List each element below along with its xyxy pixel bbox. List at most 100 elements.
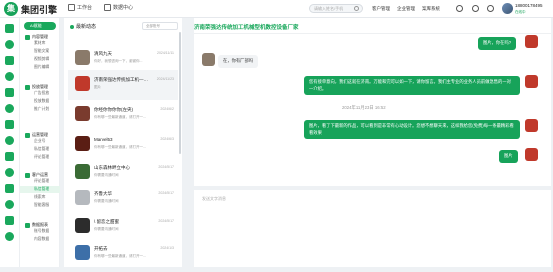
rail-doc-icon[interactable] — [5, 152, 14, 161]
rail-share-icon[interactable] — [5, 104, 14, 113]
avatar — [525, 75, 538, 88]
tab-data-center[interactable]: 数据中心 — [104, 4, 133, 11]
avatar — [75, 76, 90, 91]
rail-ai-icon[interactable] — [5, 40, 14, 49]
menu-item[interactable]: 私信管理 — [34, 147, 49, 152]
avatar — [75, 106, 90, 121]
conversation-list: 最新动态 全部账号 清风九天 2024/11/11 你好，我想咨询一下，谢谢你.… — [64, 18, 182, 267]
chat-title: 济南荣强达传统加工机械型机数控设备厂家 — [194, 25, 299, 31]
rail-heart-icon[interactable] — [5, 136, 14, 145]
list-item[interactable]: 开拓去 2024/1/3 你有哪一些最新通道，请打开一... — [68, 239, 178, 269]
menu-item[interactable]: 智能文案 — [34, 49, 49, 54]
menu-section-label: 客户运营 — [32, 172, 48, 177]
avatar — [75, 245, 90, 260]
rail-message-icon[interactable] — [5, 56, 14, 65]
menu-item[interactable]: 推广计划 — [34, 107, 49, 112]
menu-section-label: 投放管理 — [32, 84, 48, 89]
conv-date: 2024/11/23 — [156, 77, 174, 81]
list-title: 最新动态 — [76, 24, 97, 30]
conv-preview: 你需要沟通时间 — [94, 199, 119, 203]
conv-preview: 你需要沟通时间 — [94, 227, 119, 231]
rail-user-icon[interactable] — [5, 200, 14, 209]
conv-date: 2024/5/17 — [158, 219, 174, 223]
menu-item[interactable]: 视频剪辑 — [34, 57, 49, 62]
menu-item[interactable]: 图片编辑 — [34, 65, 49, 70]
conv-name: 清风九天 — [94, 51, 112, 56]
conv-name: Marvel53 — [94, 137, 113, 142]
menu-item[interactable]: 智能客服 — [34, 203, 49, 208]
logo: 集 集团引擎 — [4, 2, 57, 16]
nav-enterprise[interactable]: 企业管理 — [397, 6, 415, 12]
menu-item-active[interactable]: 私信管理 — [34, 187, 49, 192]
bottom-bar — [0, 267, 553, 272]
menu-section-label: 内容管理 — [32, 34, 48, 39]
menu-section-ads[interactable]: 投放管理 — [25, 84, 48, 90]
message-composer[interactable]: 发送文字消息 — [194, 190, 551, 267]
rail-bell-icon[interactable] — [5, 168, 14, 177]
conv-preview: 你有哪一些最新通道，请打开一... — [94, 145, 146, 149]
message-out: 您有接单意向，我们这就在济南。万能和完可以如一下，请你留言。我们主专业的业务人员… — [304, 76, 520, 95]
search-placeholder: 请输入姓名/手机 — [314, 6, 344, 11]
nav-customer[interactable]: 客户管理 — [372, 6, 390, 12]
nav-case[interactable]: 案库系统 — [422, 6, 440, 12]
menu-section-ops[interactable]: 运营管理 — [25, 132, 48, 138]
folder-icon — [25, 84, 30, 90]
menu-item[interactable]: 素材库 — [34, 41, 45, 46]
list-item-active[interactable]: 济南荣强达传统加工机—… 2024/11/23 图片 — [68, 70, 178, 100]
account-filter-select[interactable]: 全部账号 — [142, 22, 178, 30]
menu-item[interactable]: 内容数据 — [34, 237, 49, 242]
conv-preview: 图片 — [94, 85, 101, 89]
folder-icon — [25, 222, 30, 228]
top-bar: 集 集团引擎 工作台 数据中心 请输入姓名/手机 客户管理 企业管理 案库系统 … — [0, 0, 553, 18]
tab-data-center-label: 数据中心 — [113, 5, 134, 11]
conv-name: 你经你你你你(左央) — [94, 107, 133, 112]
conv-date: 2024/6/2 — [160, 107, 174, 111]
status-dot-icon — [70, 24, 74, 29]
rail-play-icon[interactable] — [5, 72, 14, 81]
search-input[interactable]: 请输入姓名/手机 — [309, 4, 363, 13]
rail-calendar-icon[interactable] — [5, 88, 14, 97]
menu-section-content[interactable]: 内容管理 — [25, 34, 48, 40]
menu-active-item[interactable]: AI赋能 — [24, 22, 56, 30]
menu-section-label: 数据报表 — [32, 222, 48, 227]
list-item[interactable]: 齐鲁大华 2024/5/17 你需要沟通时间 — [68, 184, 178, 214]
rail-cart-icon[interactable] — [5, 184, 14, 193]
conv-preview: 你有哪一些最新通道，请打开一... — [94, 254, 146, 258]
conv-date: 2024/11/11 — [157, 51, 174, 55]
bell-icon[interactable] — [487, 5, 494, 12]
menu-item[interactable]: 广告投放 — [34, 91, 49, 96]
menu-item[interactable]: 账号数据 — [34, 229, 49, 234]
menu-section-report[interactable]: 数据报表 — [25, 222, 48, 228]
avatar — [202, 53, 215, 66]
composer-placeholder: 发送文字消息 — [202, 196, 226, 201]
list-header: 最新动态 — [70, 23, 96, 30]
list-item[interactable]: Marvel53 2024/6/3 你有哪一些最新通道，请打开一... — [68, 130, 178, 160]
message-in: 在，你有厂部吗 — [218, 55, 259, 68]
help-icon[interactable] — [472, 5, 479, 12]
menu-section-customer[interactable]: 客户运营 — [25, 172, 48, 178]
menu-item[interactable]: 企业号 — [34, 139, 45, 144]
menu-item[interactable]: 线索库 — [34, 195, 45, 200]
list-item[interactable]: \ 留恋之甜蜜 2024/5/17 你需要沟通时间 — [68, 212, 178, 242]
tab-workbench[interactable]: 工作台 — [68, 4, 92, 11]
refresh-icon[interactable] — [456, 5, 463, 12]
menu-item[interactable]: 评论管理 — [34, 179, 49, 184]
logo-text: 集团引擎 — [21, 4, 58, 15]
search-icon[interactable] — [354, 6, 359, 11]
folder-icon — [25, 172, 30, 178]
list-scrollbar[interactable] — [179, 32, 181, 154]
message-out: 图片 — [499, 150, 518, 163]
list-item[interactable]: 你经你你你你(左央) 2024/6/2 你有哪一些最新通道，请打开一... — [68, 100, 178, 130]
avatar — [75, 164, 90, 179]
menu-item[interactable]: 评论管理 — [34, 155, 49, 160]
rail-home-icon[interactable] — [5, 24, 14, 33]
rail-chart-icon[interactable] — [5, 120, 14, 129]
rail-grid-icon[interactable] — [5, 216, 14, 225]
user-avatar[interactable] — [502, 3, 513, 14]
menu-item[interactable]: 投放数据 — [34, 99, 49, 104]
conv-date: 2024/5/17 — [158, 191, 174, 195]
tab-workbench-label: 工作台 — [77, 5, 93, 11]
logo-icon: 集 — [4, 2, 18, 16]
rail-star-icon[interactable] — [5, 232, 14, 241]
user-phone: 18800178495 — [515, 3, 543, 8]
